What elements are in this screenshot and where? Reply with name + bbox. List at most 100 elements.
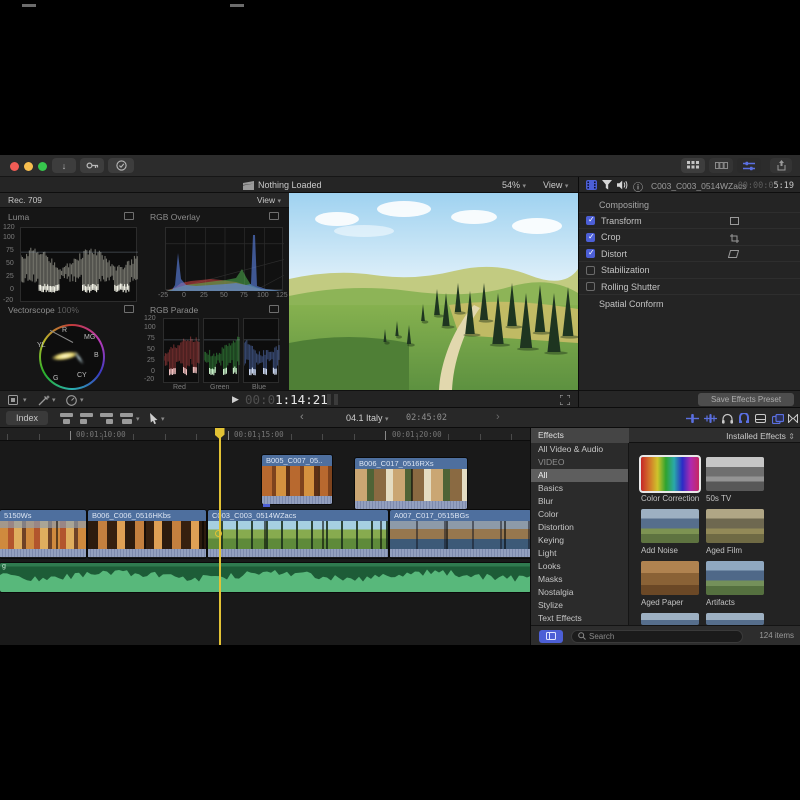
timeline-ruler[interactable]: 00:01:10:00 00:01:15:00 00:01:20:00 bbox=[0, 428, 530, 441]
effects-category-masks[interactable]: Masks bbox=[531, 573, 628, 586]
inspector-row-stabilization[interactable]: Stabilization bbox=[579, 263, 800, 279]
retime-gauge-icon[interactable] bbox=[66, 395, 77, 406]
import-media-button[interactable]: ↓ bbox=[52, 158, 76, 173]
minimize-window-button[interactable] bbox=[24, 162, 33, 171]
timeline-area[interactable]: 00:01:10:00 00:01:15:00 00:01:20:00 B005… bbox=[0, 428, 800, 645]
effect-thumb-partial[interactable] bbox=[641, 613, 699, 625]
insert-edit-button[interactable] bbox=[80, 413, 93, 424]
overwrite-edit-button[interactable] bbox=[120, 413, 133, 424]
audio-inspector-tab-icon[interactable] bbox=[617, 180, 628, 190]
chevron-down-icon: ▾ bbox=[136, 415, 140, 423]
primary-clip-selected[interactable]: C003_C003_0514WZacs bbox=[208, 510, 388, 558]
transform-checkbox[interactable] bbox=[586, 216, 595, 225]
stabilization-checkbox[interactable] bbox=[586, 266, 595, 275]
play-button[interactable]: ▶ bbox=[232, 394, 239, 405]
viewer-zoom-menu[interactable]: 54% ▾ bbox=[502, 180, 526, 190]
scope-display-icon[interactable] bbox=[269, 212, 279, 220]
inspector-row-transform[interactable]: Transform bbox=[579, 213, 800, 229]
index-button[interactable]: Index bbox=[6, 411, 48, 425]
inspector-row-distort[interactable]: Distort bbox=[579, 246, 800, 262]
effect-thumb-partial[interactable] bbox=[706, 613, 764, 625]
chevron-down-icon: ▾ bbox=[161, 415, 165, 423]
connected-clip[interactable]: B005_C007_05.. bbox=[262, 455, 332, 504]
effects-category-basics[interactable]: Basics bbox=[531, 482, 628, 495]
scope-display-icon[interactable] bbox=[124, 212, 134, 220]
audio-skimming-toggle-icon[interactable] bbox=[704, 414, 717, 423]
project-name-menu[interactable]: 04.1 Italy ▾ bbox=[346, 413, 389, 423]
show-browser-button[interactable] bbox=[681, 158, 705, 173]
effects-category-all-video-audio[interactable]: All Video & Audio bbox=[531, 443, 628, 456]
inspector-row-spatial-conform[interactable]: Spatial Conform bbox=[579, 296, 800, 312]
effect-thumb-50s-tv[interactable] bbox=[706, 457, 764, 491]
scope-display-icon[interactable] bbox=[124, 305, 134, 313]
skimming-toggle-icon[interactable] bbox=[686, 414, 699, 423]
installed-effects-filter[interactable]: Installed Effects ⇕ bbox=[726, 431, 795, 441]
connected-clip[interactable]: B006_C017_0516RXs bbox=[355, 458, 467, 509]
share-button[interactable] bbox=[770, 158, 792, 173]
sidebar-toggle-button[interactable] bbox=[539, 630, 563, 643]
primary-clip[interactable]: 5150Ws bbox=[0, 510, 86, 558]
previous-project-button[interactable]: ‹ bbox=[300, 411, 304, 423]
effect-thumb-aged-paper[interactable] bbox=[641, 561, 699, 595]
transitions-browser-toggle-icon[interactable] bbox=[788, 414, 798, 423]
keyword-editor-button[interactable] bbox=[80, 158, 104, 173]
transform-icon[interactable] bbox=[730, 217, 739, 225]
video-inspector-tab-icon[interactable] bbox=[586, 180, 597, 190]
audio-music-clip[interactable]: g bbox=[0, 563, 531, 592]
append-edit-button[interactable] bbox=[100, 413, 113, 424]
effect-thumb-color-correction[interactable] bbox=[641, 457, 699, 491]
clip-appearance-icon[interactable] bbox=[755, 414, 766, 423]
ruler-timecode: 00:01:15:00 bbox=[234, 430, 284, 439]
close-window-button[interactable] bbox=[10, 162, 19, 171]
effects-category-nostalgia[interactable]: Nostalgia bbox=[531, 586, 628, 599]
rolling-shutter-checkbox[interactable] bbox=[586, 282, 595, 291]
audio-meter[interactable] bbox=[334, 394, 338, 405]
effect-thumb-aged-film[interactable] bbox=[706, 509, 764, 543]
primary-clip[interactable]: A007_C017_0515BGs bbox=[390, 510, 531, 558]
viewer-canvas[interactable] bbox=[289, 193, 578, 390]
next-project-button[interactable]: › bbox=[496, 411, 500, 423]
effects-category-video[interactable]: VIDEO bbox=[531, 456, 628, 469]
select-tool-icon[interactable] bbox=[150, 413, 158, 424]
scopes-header: Rec. 709 View ▾ bbox=[0, 193, 289, 208]
effects-category-text-effects[interactable]: Text Effects bbox=[531, 612, 628, 625]
scope-display-icon[interactable] bbox=[269, 305, 279, 313]
effects-inspector-tab-icon[interactable] bbox=[602, 180, 612, 190]
effects-category-light[interactable]: Light bbox=[531, 547, 628, 560]
crop-icon[interactable] bbox=[730, 234, 739, 243]
inspector-row-rolling-shutter[interactable]: Rolling Shutter bbox=[579, 279, 800, 295]
inspector-row-crop[interactable]: Crop bbox=[579, 230, 800, 246]
fullscreen-icon[interactable] bbox=[560, 395, 570, 405]
effects-wand-icon[interactable] bbox=[38, 395, 50, 406]
effect-thumb-add-noise[interactable] bbox=[641, 509, 699, 543]
connect-edit-button[interactable] bbox=[60, 413, 73, 424]
zoom-window-button[interactable] bbox=[38, 162, 47, 171]
background-tasks-button[interactable] bbox=[108, 158, 134, 173]
vectorscope-title: Vectorscope 100% bbox=[8, 305, 79, 315]
crop-checkbox[interactable] bbox=[586, 233, 595, 242]
effects-category-stylize[interactable]: Stylize bbox=[531, 599, 628, 612]
effects-browser-toggle-icon[interactable] bbox=[772, 414, 784, 424]
effects-search-field[interactable]: Search bbox=[571, 630, 743, 643]
audio-meter[interactable] bbox=[327, 394, 331, 405]
distort-checkbox[interactable] bbox=[586, 249, 595, 258]
effects-category-all[interactable]: All bbox=[531, 469, 628, 482]
effects-category-blur[interactable]: Blur bbox=[531, 495, 628, 508]
save-effects-preset-button[interactable]: Save Effects Preset bbox=[698, 393, 794, 406]
show-timeline-button[interactable] bbox=[709, 158, 733, 173]
info-inspector-tab-icon[interactable]: ⓘ bbox=[633, 179, 643, 194]
effects-category-distortion[interactable]: Distortion bbox=[531, 521, 628, 534]
distort-icon[interactable] bbox=[728, 250, 739, 258]
transform-overlay-menu-icon[interactable] bbox=[8, 395, 21, 405]
show-inspector-button[interactable] bbox=[737, 158, 761, 173]
overlay-tick: 100 bbox=[257, 292, 269, 299]
effects-category-keying[interactable]: Keying bbox=[531, 534, 628, 547]
effects-category-looks[interactable]: Looks bbox=[531, 560, 628, 573]
scopes-view-menu[interactable]: View ▾ bbox=[257, 195, 281, 205]
primary-clip[interactable]: B006_C006_0516HKbs bbox=[88, 510, 206, 558]
viewer-view-menu[interactable]: View ▾ bbox=[543, 180, 568, 190]
effects-category-color[interactable]: Color bbox=[531, 508, 628, 521]
snapping-toggle-icon[interactable] bbox=[738, 413, 750, 424]
solo-headphones-icon[interactable] bbox=[722, 413, 733, 424]
effect-thumb-artifacts[interactable] bbox=[706, 561, 764, 595]
